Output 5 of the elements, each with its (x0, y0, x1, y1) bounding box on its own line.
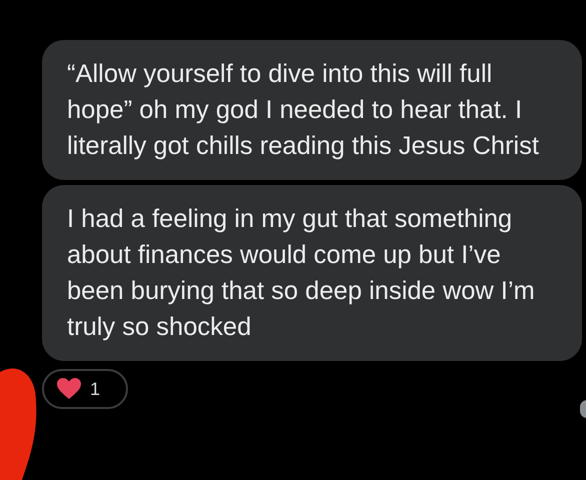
reaction-badge[interactable]: 1 (42, 369, 128, 409)
message-bubble: “Allow yourself to dive into this will full hope” oh my god I needed to hear that. I literally got chills reading this Jesus Christ (42, 40, 582, 180)
message-bubble: I had a feeling in my gut that something about finances would come up but I’ve been burying that so deep inside wow I’m truly so shocked (42, 185, 582, 361)
reaction-count: 1 (90, 378, 100, 400)
heart-icon (56, 378, 82, 400)
